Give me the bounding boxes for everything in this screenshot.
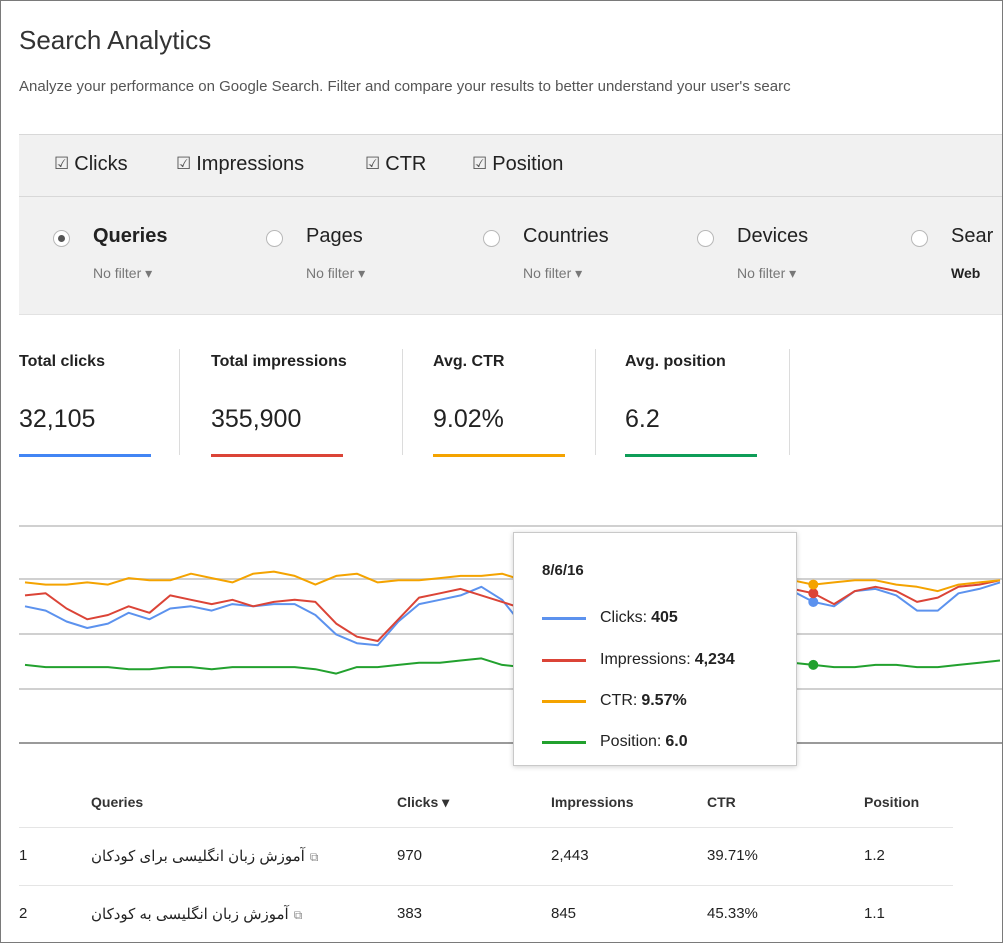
- clicks-checkbox-label: Clicks: [74, 153, 128, 175]
- metrics-bar: ☑ Clicks ☑ Impressions ☑ CTR ☑ Position: [19, 134, 1002, 197]
- position-cell: 1.2: [864, 847, 885, 864]
- tooltip-position-value: 6.0: [665, 733, 688, 750]
- tooltip-impressions-label: Impressions:: [600, 651, 691, 668]
- ctr-cell: 45.33%: [707, 905, 758, 922]
- group-devices-label: Devices: [737, 225, 809, 247]
- avg-ctr-label: Avg. CTR: [433, 353, 505, 370]
- pages-filter-dropdown[interactable]: No filter ▾: [306, 265, 365, 282]
- row-index: 1: [19, 847, 28, 864]
- radio-icon[interactable]: [911, 230, 928, 247]
- clicks-hover-point: [808, 596, 819, 607]
- checkbox-checked-icon: ☑: [365, 153, 381, 173]
- total-clicks-value: 32,105: [19, 405, 96, 433]
- divider: [402, 349, 403, 455]
- total-impressions-value: 355,900: [211, 405, 302, 433]
- impressions-checkbox[interactable]: ☑ Impressions: [176, 153, 304, 176]
- tooltip-clicks-value: 405: [651, 609, 678, 626]
- ctr-checkbox-label: CTR: [385, 153, 427, 175]
- table-row[interactable]: 1 آموزش زبان انگلیسی برای کودکان ⧉ 970 2,…: [19, 828, 953, 886]
- position-checkbox[interactable]: ☑ Position: [472, 153, 563, 176]
- divider: [595, 349, 596, 455]
- clicks-swatch: [542, 616, 586, 620]
- radio-icon[interactable]: [266, 230, 283, 247]
- group-search-type-label: Sear: [951, 225, 994, 247]
- radio-icon[interactable]: [697, 230, 714, 247]
- avg-ctr-value: 9.02%: [433, 405, 504, 433]
- position-column-header[interactable]: Position: [864, 794, 919, 810]
- tooltip-clicks-label: Clicks:: [600, 609, 648, 626]
- impressions-hover-point: [808, 588, 819, 599]
- ctr-swatch: [542, 699, 586, 703]
- query-text[interactable]: آموزش زبان انگلیسی به کودکان: [91, 906, 289, 923]
- checkbox-checked-icon: ☑: [472, 153, 488, 173]
- clicks-column-header[interactable]: Clicks ▾: [397, 794, 449, 811]
- divider: [179, 349, 180, 455]
- queries-filter-dropdown[interactable]: No filter ▾: [93, 265, 152, 282]
- clicks-cell: 970: [397, 847, 423, 864]
- tooltip-ctr-label: CTR:: [600, 692, 638, 709]
- radio-selected-icon[interactable]: [53, 230, 70, 247]
- position-hover-point: [808, 659, 819, 670]
- external-link-icon[interactable]: ⧉: [310, 850, 319, 864]
- avg-position-underline: [625, 454, 757, 457]
- total-clicks-underline: [19, 454, 151, 457]
- page-description: Analyze your performance on Google Searc…: [19, 78, 791, 95]
- countries-filter-dropdown[interactable]: No filter ▾: [523, 265, 582, 282]
- tooltip-position-row: Position: 6.0: [542, 733, 688, 751]
- ctr-hover-point: [808, 579, 819, 590]
- avg-position-value: 6.2: [625, 405, 660, 433]
- performance-line-chart[interactable]: [19, 521, 1003, 749]
- group-countries-label: Countries: [523, 225, 609, 247]
- position-checkbox-label: Position: [492, 153, 564, 175]
- query-cell[interactable]: آموزش زبان انگلیسی برای کودکان ⧉: [91, 847, 318, 865]
- clicks-checkbox[interactable]: ☑ Clicks: [54, 153, 128, 176]
- tooltip-clicks-row: Clicks: 405: [542, 609, 678, 627]
- total-impressions-underline: [211, 454, 343, 457]
- tooltip-ctr-value: 9.57%: [641, 692, 687, 709]
- tooltip-ctr-row: CTR: 9.57%: [542, 692, 687, 710]
- impressions-swatch: [542, 658, 586, 662]
- page-title: Search Analytics: [19, 25, 212, 55]
- tooltip-position-label: Position:: [600, 733, 662, 750]
- ctr-column-header[interactable]: CTR: [707, 794, 736, 810]
- tooltip-date: 8/6/16: [542, 562, 584, 579]
- radio-icon[interactable]: [483, 230, 500, 247]
- avg-position-label: Avg. position: [625, 353, 726, 370]
- impressions-column-header[interactable]: Impressions: [551, 794, 633, 810]
- chart-tooltip: 8/6/16 Clicks: 405 Impressions: 4,234 CT…: [513, 532, 797, 766]
- position-cell: 1.1: [864, 905, 885, 922]
- position-swatch: [542, 740, 586, 744]
- impressions-checkbox-label: Impressions: [196, 153, 305, 175]
- row-index: 2: [19, 905, 28, 922]
- clicks-cell: 383: [397, 905, 423, 922]
- divider: [789, 349, 790, 455]
- devices-filter-dropdown[interactable]: No filter ▾: [737, 265, 796, 282]
- query-text[interactable]: آموزش زبان انگلیسی برای کودکان: [91, 848, 305, 865]
- search-analytics-window: Search Analytics Analyze your performanc…: [0, 0, 1003, 943]
- group-pages-label: Pages: [306, 225, 363, 247]
- ctr-cell: 39.71%: [707, 847, 758, 864]
- table-row[interactable]: 2 آموزش زبان انگلیسی به کودکان ⧉ 383 845 …: [19, 886, 953, 942]
- total-impressions-label: Total impressions: [211, 353, 347, 370]
- tooltip-impressions-value: 4,234: [694, 651, 735, 668]
- group-by-bar: Queries No filter ▾ Pages No filter ▾ Co…: [19, 197, 1002, 315]
- queries-column-header[interactable]: Queries: [91, 794, 143, 810]
- impressions-cell: 2,443: [551, 847, 589, 864]
- table-header: Queries Clicks ▾ Impressions CTR Positio…: [19, 771, 953, 828]
- checkbox-checked-icon: ☑: [54, 153, 70, 173]
- total-clicks-label: Total clicks: [19, 353, 105, 370]
- avg-ctr-underline: [433, 454, 565, 457]
- impressions-cell: 845: [551, 905, 577, 922]
- group-queries-label: Queries: [93, 225, 168, 247]
- query-cell[interactable]: آموزش زبان انگلیسی به کودکان ⧉: [91, 905, 302, 923]
- checkbox-checked-icon: ☑: [176, 153, 192, 173]
- tooltip-impressions-row: Impressions: 4,234: [542, 651, 735, 669]
- search-type-filter-dropdown[interactable]: Web: [951, 265, 980, 281]
- external-link-icon[interactable]: ⧉: [294, 908, 303, 922]
- ctr-checkbox[interactable]: ☑ CTR: [365, 153, 426, 176]
